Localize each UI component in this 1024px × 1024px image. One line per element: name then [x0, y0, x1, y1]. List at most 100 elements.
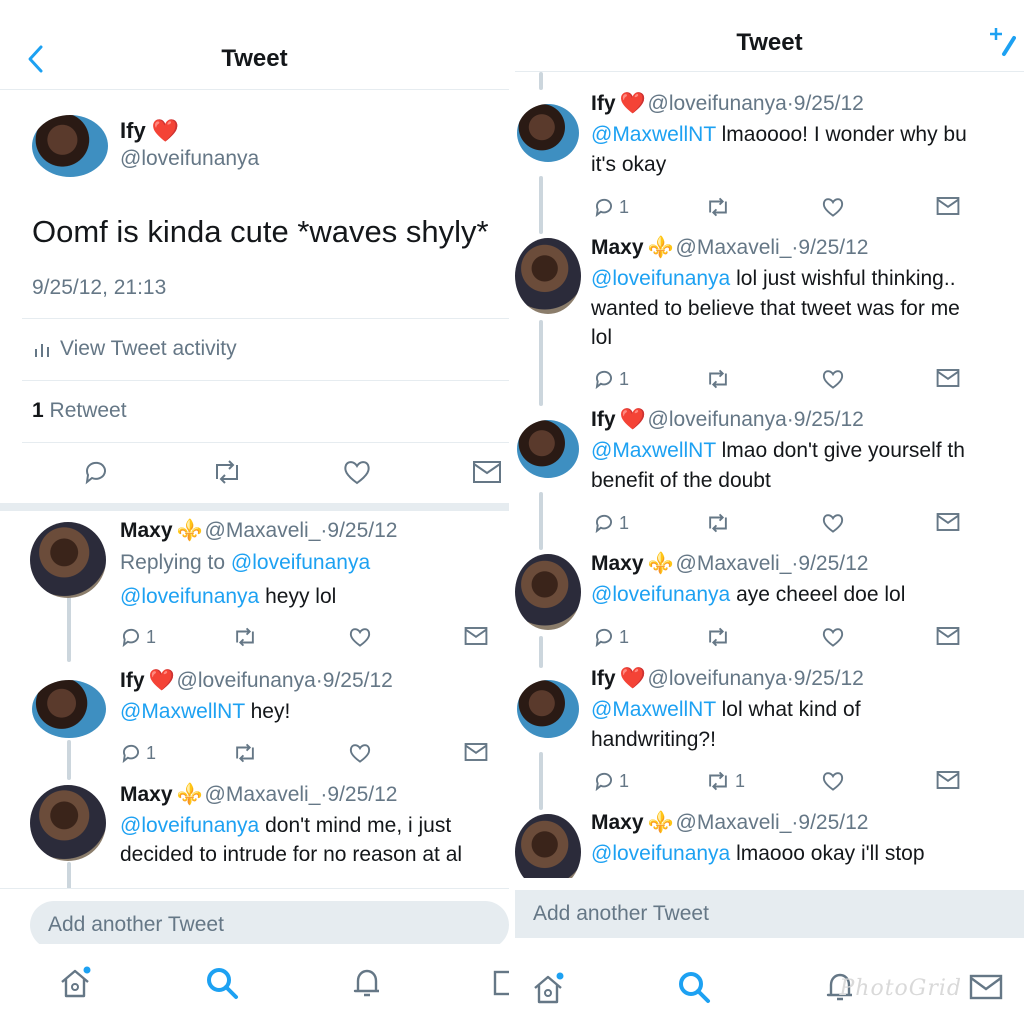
like-icon — [349, 628, 371, 647]
page-title: Tweet — [221, 45, 288, 72]
like-button[interactable] — [348, 626, 372, 648]
divider — [22, 442, 509, 443]
reply-icon — [595, 772, 612, 792]
like-icon — [822, 370, 844, 389]
like-button[interactable] — [821, 196, 845, 218]
tweet-text: @loveifunanya heyy lol — [120, 585, 337, 608]
thread-line — [539, 492, 543, 550]
dm-button[interactable] — [936, 196, 960, 216]
dm-icon — [464, 743, 488, 761]
reply-button[interactable]: 1 — [593, 196, 629, 218]
add-tweet-input[interactable]: Add another Tweet — [515, 890, 1024, 938]
like-button[interactable] — [821, 770, 845, 792]
tweet-text: @loveifunanya lol just wishful thinking.… — [591, 267, 956, 290]
retweet-button[interactable] — [705, 368, 735, 390]
replying-to: Replying to @loveifunanya — [120, 551, 371, 574]
search-icon[interactable] — [205, 966, 239, 1000]
tab-bar — [0, 944, 509, 1024]
tweet-text: @loveifunanya lmaooo okay i'll stop — [591, 842, 925, 865]
retweet-icon[interactable] — [211, 458, 243, 486]
like-icon — [822, 772, 844, 791]
retweet-button[interactable] — [705, 196, 735, 218]
dm-button[interactable] — [936, 626, 960, 646]
reply-button[interactable]: 1 — [593, 368, 629, 390]
dm-icon[interactable] — [472, 460, 502, 484]
retweet-button[interactable] — [705, 626, 735, 648]
dm-icon — [936, 627, 960, 645]
avatar[interactable] — [515, 238, 581, 314]
home-icon[interactable] — [58, 966, 92, 1000]
reply-button[interactable]: 1 — [120, 742, 156, 764]
view-activity-link[interactable]: View Tweet activity — [34, 337, 237, 361]
tweet-header: Maxy ⚜️@Maxaveli_·9/25/12 — [591, 552, 869, 575]
tweet-actions: 1 — [593, 368, 963, 394]
avatar[interactable] — [517, 680, 579, 738]
author-handle[interactable]: @loveifunanya — [120, 147, 259, 171]
divider — [22, 380, 509, 381]
retweet-button[interactable] — [705, 512, 735, 534]
tweet-actions: 1 — [120, 742, 488, 768]
tweet-header: Ify ❤️@loveifunanya·9/25/12 — [591, 92, 864, 115]
avatar[interactable] — [32, 115, 108, 177]
reply-icon[interactable] — [82, 458, 110, 486]
search-icon[interactable] — [677, 970, 711, 1004]
reply-icon — [122, 744, 139, 764]
retweet-icon — [236, 627, 254, 647]
retweet-icon — [709, 771, 727, 791]
retweet-button[interactable] — [232, 742, 262, 764]
avatar[interactable] — [515, 554, 581, 630]
avatar[interactable] — [30, 785, 106, 861]
like-icon — [349, 744, 371, 763]
reply-button[interactable]: 1 — [593, 770, 629, 792]
tweet-header: Ify ❤️@loveifunanya·9/25/12 — [591, 408, 864, 431]
tweet-text: @loveifunanya don't mind me, i just — [120, 814, 452, 837]
tweet-actions: 1 1 — [593, 770, 963, 796]
retweet-icon — [709, 369, 727, 389]
reply-button[interactable]: 1 — [593, 626, 629, 648]
like-button[interactable] — [821, 626, 845, 648]
messages-icon[interactable] — [969, 970, 1003, 1004]
avatar[interactable] — [517, 104, 579, 162]
notifications-icon[interactable] — [350, 966, 384, 1000]
tweet-header: Ify ❤️@loveifunanya·9/25/12 — [591, 667, 864, 690]
reply-icon — [595, 370, 612, 390]
tweet-actions — [82, 458, 506, 488]
like-icon — [822, 628, 844, 647]
thread-line — [539, 752, 543, 810]
like-button[interactable] — [821, 368, 845, 390]
add-tweet-input[interactable]: Add another Tweet — [30, 901, 509, 949]
reply-icon — [595, 514, 612, 534]
tweet-text: @MaxwellNT lmaoooo! I wonder why bu — [591, 123, 967, 146]
thread-line — [539, 320, 543, 406]
dm-button[interactable] — [936, 770, 960, 790]
tweet-text-line: it's okay — [591, 153, 667, 176]
retweet-icon — [709, 627, 727, 647]
dm-icon — [464, 627, 488, 645]
author-name[interactable]: Ify ❤️ — [120, 118, 179, 144]
compose-icon[interactable] — [990, 26, 1016, 58]
avatar[interactable] — [32, 680, 106, 738]
retweet-button[interactable]: 1 — [705, 770, 745, 792]
like-button[interactable] — [348, 742, 372, 764]
dm-button[interactable] — [464, 626, 488, 646]
avatar[interactable] — [30, 522, 106, 598]
dm-button[interactable] — [936, 368, 960, 388]
thread-line — [539, 636, 543, 668]
retweet-stats[interactable]: 1 Retweet — [32, 399, 127, 423]
home-icon[interactable] — [531, 972, 565, 1006]
photogrid-watermark: PhotoGrid — [839, 976, 962, 1001]
retweet-button[interactable] — [232, 626, 262, 648]
like-icon[interactable] — [342, 458, 372, 486]
dm-button[interactable] — [464, 742, 488, 762]
dm-button[interactable] — [936, 512, 960, 532]
reply-button[interactable]: 1 — [120, 626, 156, 648]
page-title: Tweet — [736, 29, 803, 56]
reply-icon — [595, 628, 612, 648]
divider — [22, 318, 509, 319]
messages-icon[interactable] — [493, 966, 509, 1000]
like-button[interactable] — [821, 512, 845, 534]
avatar[interactable] — [517, 420, 579, 478]
reply-button[interactable]: 1 — [593, 512, 629, 534]
tweet-text-line: benefit of the doubt — [591, 469, 771, 492]
tweet-text: @MaxwellNT lol what kind of — [591, 698, 861, 721]
